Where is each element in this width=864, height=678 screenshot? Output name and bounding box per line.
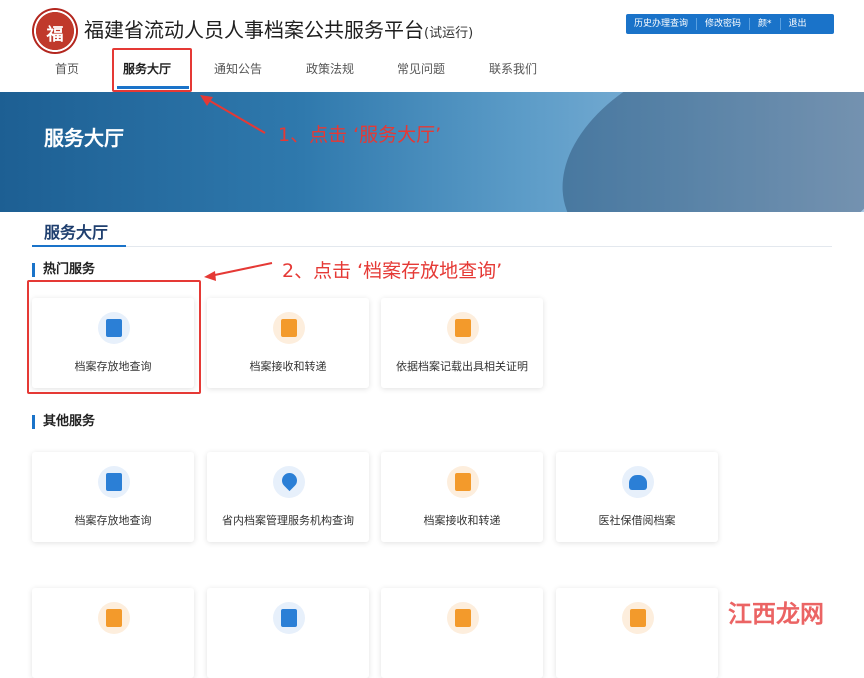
arrow-step1 <box>204 97 266 134</box>
arrow-step2-head <box>204 271 216 281</box>
annotation-arrows <box>200 95 273 281</box>
arrow-step2 <box>209 262 273 277</box>
